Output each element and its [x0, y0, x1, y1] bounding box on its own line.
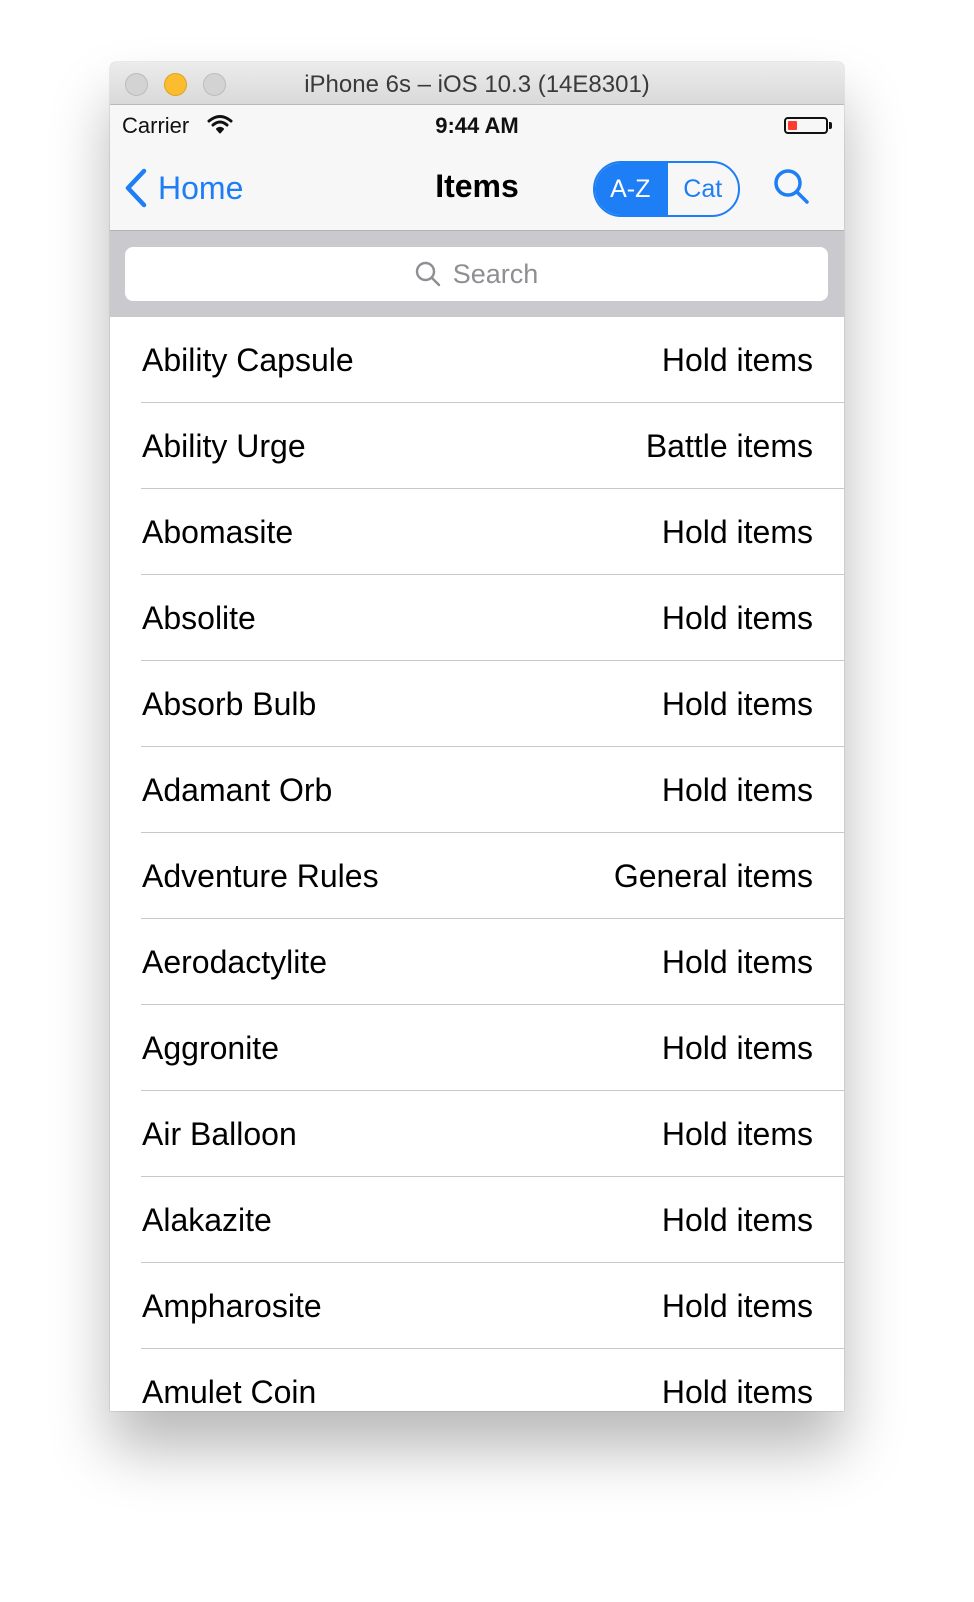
window-titlebar[interactable]: iPhone 6s – iOS 10.3 (14E8301) [110, 62, 844, 105]
list-item[interactable]: Ability Urge Battle items [110, 403, 844, 489]
status-bar: Carrier 9:44 AM [110, 105, 844, 145]
list-item[interactable]: Adamant Orb Hold items [110, 747, 844, 833]
list-item[interactable]: Alakazite Hold items [110, 1177, 844, 1263]
item-category: General items [613, 858, 813, 894]
back-button[interactable]: Home [124, 166, 243, 210]
item-category: Hold items [661, 1374, 813, 1410]
list-item[interactable]: Abomasite Hold items [110, 489, 844, 575]
item-category: Hold items [661, 600, 813, 636]
item-name: Adamant Orb [142, 772, 333, 808]
list-item[interactable]: Ampharosite Hold items [110, 1263, 844, 1349]
status-time: 9:44 AM [435, 113, 519, 138]
list-item[interactable]: Ability Capsule Hold items [110, 317, 844, 403]
list-item[interactable]: Adventure Rules General items [110, 833, 844, 919]
item-category: Hold items [661, 342, 813, 378]
navigation-bar: Home Items A-Z Cat [110, 145, 844, 231]
items-list: Ability Capsule Hold items Ability Urge Bat… [110, 317, 844, 1411]
search-bar: Search [110, 231, 844, 317]
item-category: Hold items [661, 514, 813, 550]
segment-cat[interactable]: Cat [665, 163, 739, 215]
segment-a-z[interactable]: A-Z [595, 163, 666, 215]
item-name: Aggronite [142, 1030, 279, 1066]
item-category: Hold items [661, 1288, 813, 1324]
item-category: Hold items [661, 1202, 813, 1238]
item-category: Battle items [645, 428, 813, 464]
item-category: Hold items [661, 1116, 813, 1152]
search-icon[interactable] [772, 167, 812, 207]
item-name: Aerodactylite [142, 944, 327, 980]
list-item[interactable]: Aerodactylite Hold items [110, 919, 844, 1005]
sort-segmented-control[interactable]: A-Z Cat [593, 161, 740, 217]
item-name: Ampharosite [142, 1288, 322, 1324]
item-name: Abomasite [142, 514, 294, 550]
list-item[interactable]: Amulet Coin Hold items [110, 1349, 844, 1411]
battery-level [788, 121, 797, 130]
item-name: Absolite [142, 600, 256, 636]
simulator-window: iPhone 6s – iOS 10.3 (14E8301) Carrier 9… [110, 62, 844, 1411]
list-item[interactable]: Aggronite Hold items [110, 1005, 844, 1091]
item-name: Ability Capsule [142, 342, 354, 378]
chevron-left-icon [125, 168, 147, 208]
item-name: Air Balloon [142, 1116, 297, 1152]
item-name: Adventure Rules [142, 858, 379, 894]
list-item[interactable]: Absorb Bulb Hold items [110, 661, 844, 747]
search-placeholder: Search [452, 258, 539, 289]
battery-tip [829, 122, 832, 129]
back-button-label: Home [158, 169, 244, 206]
item-name: Ability Urge [142, 428, 306, 464]
item-category: Hold items [661, 772, 813, 808]
search-input[interactable]: Search [125, 247, 828, 301]
item-category: Hold items [661, 686, 813, 722]
item-name: Alakazite [142, 1202, 272, 1238]
list-item[interactable]: Air Balloon Hold items [110, 1091, 844, 1177]
list-item[interactable]: Absolite Hold items [110, 575, 844, 661]
item-category: Hold items [661, 944, 813, 980]
item-name: Amulet Coin [142, 1374, 317, 1410]
item-category: Hold items [661, 1030, 813, 1066]
magnifier-icon [415, 261, 440, 287]
window-title: iPhone 6s – iOS 10.3 (14E8301) [304, 71, 650, 98]
battery-icon [784, 117, 828, 134]
item-name: Absorb Bulb [142, 686, 317, 722]
